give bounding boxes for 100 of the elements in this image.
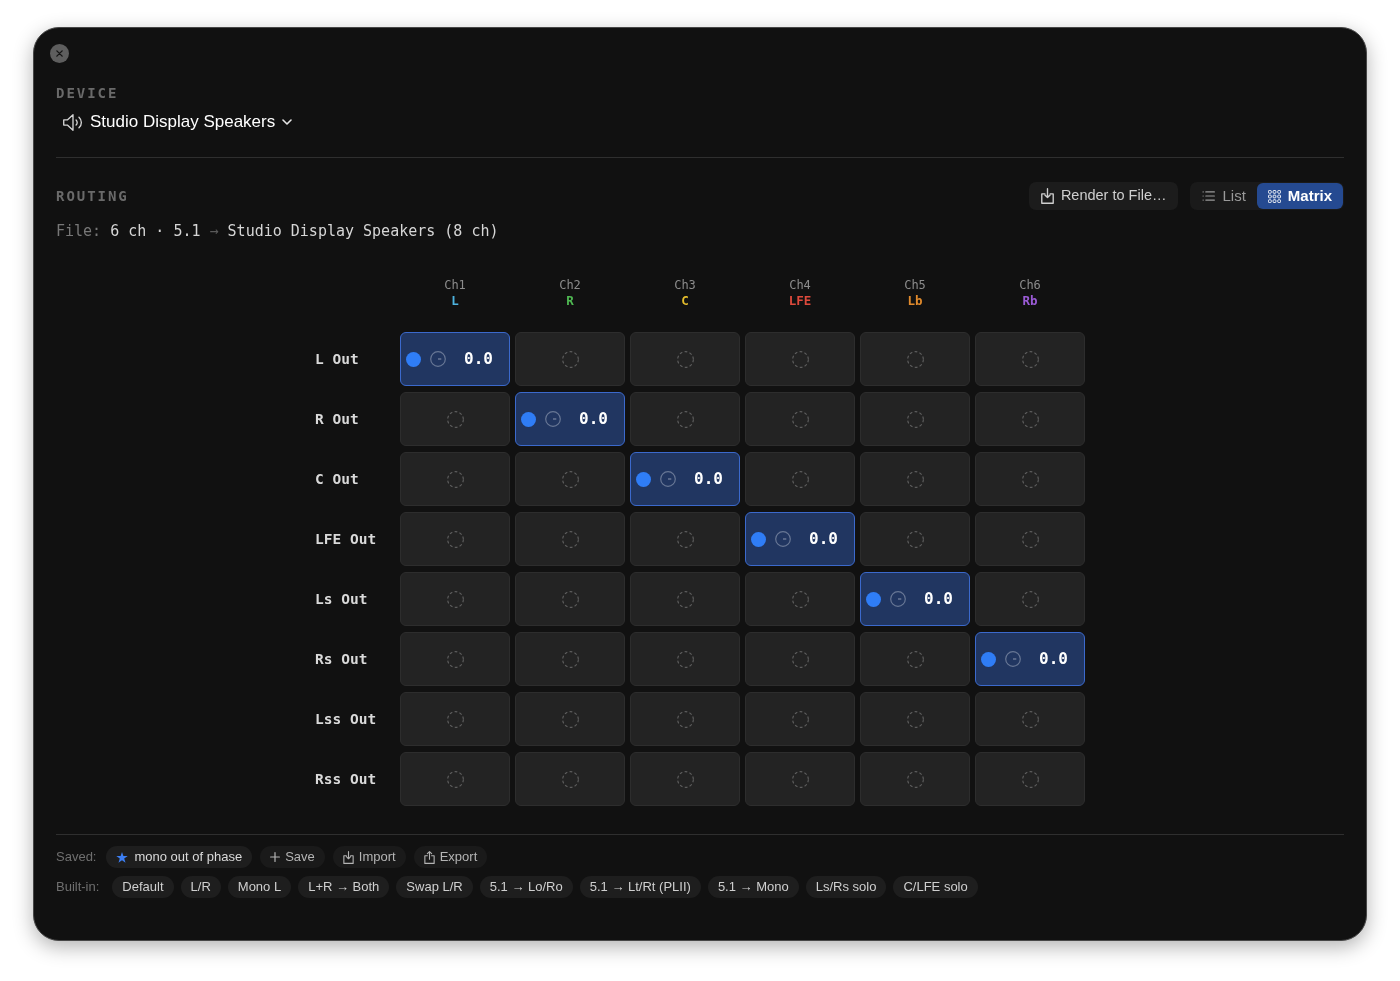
phase-icon[interactable] [660,471,676,487]
preset-chip[interactable]: Default [112,876,174,898]
preset-chip[interactable]: Ls/Rs solo [805,876,887,898]
matrix-cell[interactable] [975,392,1085,446]
matrix-cell[interactable] [860,752,970,806]
matrix-cell[interactable] [630,332,740,386]
matrix-cell[interactable] [860,452,970,506]
matrix-cell[interactable] [860,512,970,566]
channel-number: Ch4 [789,277,811,293]
matrix-cell[interactable] [515,452,625,506]
output-label: Lss Out [315,710,377,728]
preset-chip[interactable]: mono out of phase [106,846,253,868]
dashed-circle-icon [446,470,464,488]
matrix-cell[interactable] [400,692,510,746]
matrix-cell[interactable] [400,452,510,506]
matrix-cell[interactable] [745,392,855,446]
preset-chip[interactable]: 5.1 → Lo/Ro [479,876,573,898]
matrix-cell[interactable] [630,692,740,746]
phase-icon[interactable] [890,591,906,607]
matrix-cell[interactable] [745,572,855,626]
matrix-cell[interactable]: 0.0 [400,332,510,386]
close-button[interactable] [50,44,69,63]
dashed-circle-icon [906,710,924,728]
matrix-cell[interactable] [975,692,1085,746]
matrix-cell[interactable] [975,512,1085,566]
matrix-cell[interactable] [745,452,855,506]
saved-label: Saved: [56,848,97,867]
preset-chip[interactable]: L+R → Both [298,876,390,898]
preset-chip[interactable]: Swap L/R [396,876,473,898]
dashed-circle-icon [906,530,924,548]
dashed-circle-icon [561,590,579,608]
matrix-cell[interactable] [400,392,510,446]
preset-chip[interactable]: L/R [180,876,221,898]
dashed-circle-icon [1021,410,1039,428]
matrix-cell[interactable] [515,752,625,806]
matrix-cell[interactable] [975,752,1085,806]
matrix-cell[interactable] [745,332,855,386]
matrix-cell[interactable]: 0.0 [515,392,625,446]
matrix-cell[interactable] [515,692,625,746]
phase-icon[interactable] [1005,651,1021,667]
matrix-cell[interactable]: 0.0 [745,512,855,566]
export-button[interactable]: Export [413,846,488,868]
dashed-circle-icon [561,350,579,368]
output-label: Ls Out [315,590,368,608]
matrix-cell[interactable] [400,752,510,806]
matrix-cell[interactable] [400,632,510,686]
view-tab[interactable]: Matrix [1256,183,1343,209]
matrix-cell[interactable] [745,752,855,806]
channel-name: Lb [907,293,923,309]
matrix-cell[interactable] [860,692,970,746]
import-button[interactable]: Import [332,846,406,868]
channel-name: C [681,293,689,309]
matrix-cell[interactable] [630,512,740,566]
output-label: L Out [315,350,359,368]
matrix-cell[interactable] [515,512,625,566]
dashed-circle-icon [676,770,694,788]
matrix-cell[interactable] [975,332,1085,386]
preset-chip[interactable]: 5.1 → Mono [707,876,799,898]
grid-icon [1267,189,1281,203]
render-button[interactable]: Render to File… [1028,182,1179,210]
matrix-cell[interactable] [975,572,1085,626]
preset-chip[interactable]: C/LFE solo [893,876,978,898]
matrix-cell[interactable] [630,392,740,446]
matrix-cell[interactable] [515,332,625,386]
channel-name: LFE [788,293,812,309]
view-tab[interactable]: List [1191,183,1257,209]
routing-summary: File: 6 ch · 5.1 → Studio Display Speakers (8 ch) [56,221,499,241]
device-selector[interactable]: Studio Display Speakers [56,110,293,134]
matrix-cell[interactable] [515,632,625,686]
save-button[interactable]: Save [260,846,325,868]
matrix-cell[interactable] [860,332,970,386]
matrix-cell[interactable] [630,632,740,686]
phase-icon[interactable] [775,531,791,547]
matrix-cell[interactable] [860,392,970,446]
matrix-cell[interactable] [745,632,855,686]
builtin-label: Built-in: [56,878,100,897]
phase-icon[interactable] [545,411,561,427]
matrix-cell[interactable] [630,752,740,806]
matrix-cell[interactable]: 0.0 [975,632,1085,686]
matrix-cell[interactable] [860,632,970,686]
phase-icon[interactable] [430,351,446,367]
output-label: R Out [315,410,359,428]
preset-chip[interactable]: 5.1 → Lt/Rt (PLII) [579,876,701,898]
dashed-circle-icon [1021,470,1039,488]
matrix-cell[interactable]: 0.0 [860,572,970,626]
matrix-cell[interactable] [630,572,740,626]
matrix-cell[interactable] [745,692,855,746]
plus-icon [270,852,281,862]
matrix-cell[interactable] [400,572,510,626]
list-icon [1202,191,1216,201]
matrix-cell[interactable] [515,572,625,626]
dashed-circle-icon [1021,710,1039,728]
dashed-circle-icon [1021,590,1039,608]
matrix-cell[interactable] [975,452,1085,506]
matrix-cell[interactable]: 0.0 [630,452,740,506]
channel-number: Ch1 [444,277,466,293]
matrix-cell[interactable] [400,512,510,566]
share-icon [423,850,435,864]
download-icon [342,850,354,864]
preset-chip[interactable]: Mono L [227,876,292,898]
